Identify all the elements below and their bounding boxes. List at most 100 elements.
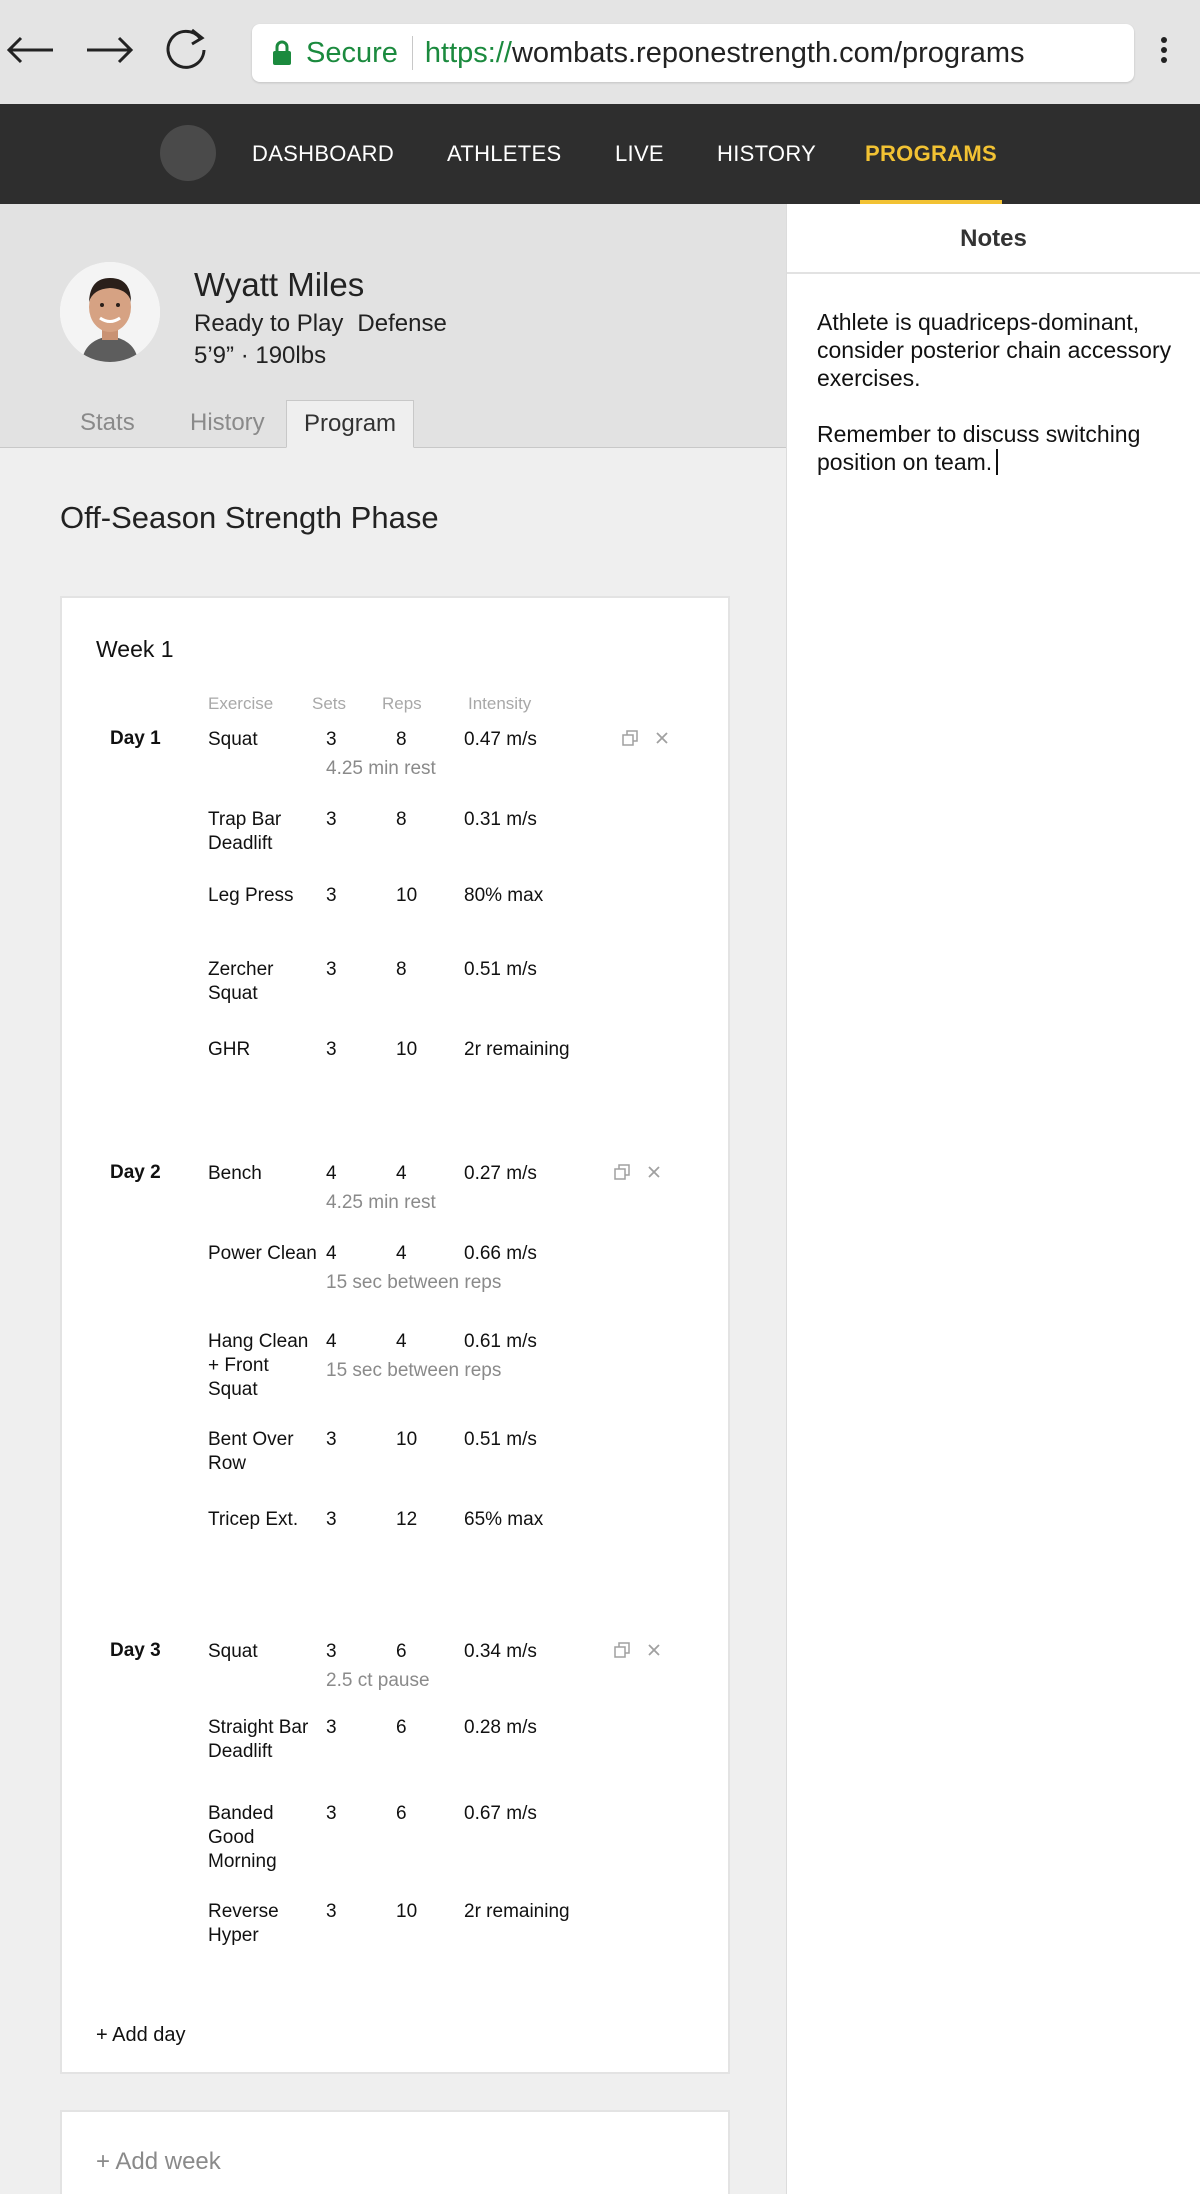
forward-button[interactable] <box>82 22 138 78</box>
exercise-intensity[interactable]: 65% max <box>464 1508 604 1532</box>
exercise-exercise[interactable]: Zercher Squat <box>208 958 318 1006</box>
lock-icon <box>273 40 291 65</box>
program-title[interactable]: Off-Season Strength Phase <box>60 500 439 536</box>
exercise-sets[interactable]: 4 <box>326 1162 366 1186</box>
exercise-intensity[interactable]: 0.47 m/s <box>464 728 604 752</box>
day-label[interactable]: Day 3 <box>110 1640 161 1662</box>
nav-dashboard[interactable]: DASHBOARD <box>252 104 394 204</box>
notes-editor[interactable]: Athlete is quadriceps-dominant, consider… <box>817 308 1177 476</box>
exercise-reps[interactable]: 4 <box>396 1242 446 1266</box>
exercise-sets[interactable]: 3 <box>326 1716 366 1740</box>
exercise-note[interactable]: 15 sec between reps <box>326 1272 501 1294</box>
nav-live[interactable]: LIVE <box>615 104 664 204</box>
exercise-note[interactable]: 4.25 min rest <box>326 758 436 780</box>
add-day-button[interactable]: + Add day <box>96 2024 186 2047</box>
exercise-reps[interactable]: 6 <box>396 1716 446 1740</box>
exercise-sets[interactable]: 3 <box>326 1038 366 1062</box>
athlete-name: Wyatt Miles <box>194 266 365 303</box>
copy-day-icon[interactable] <box>614 1642 630 1658</box>
secure-label: Secure <box>306 36 398 69</box>
delete-day-icon[interactable] <box>646 1164 662 1180</box>
exercise-sets[interactable]: 4 <box>326 1330 366 1354</box>
exercise-sets[interactable]: 3 <box>326 1802 366 1826</box>
exercise-reps[interactable]: 6 <box>396 1802 446 1826</box>
exercise-sets[interactable]: 3 <box>326 1428 366 1452</box>
exercise-intensity[interactable]: 0.31 m/s <box>464 808 604 832</box>
address-bar[interactable]: Secure https:// wombats.reponestrength.c… <box>252 24 1134 82</box>
exercise-note[interactable]: 4.25 min rest <box>326 1192 436 1214</box>
exercise-intensity[interactable]: 2r remaining <box>464 1038 604 1062</box>
tab-stats[interactable]: Stats <box>80 400 135 448</box>
exercise-reps[interactable]: 10 <box>396 1900 446 1924</box>
exercise-reps[interactable]: 6 <box>396 1640 446 1664</box>
exercise-reps[interactable]: 4 <box>396 1162 446 1186</box>
exercise-intensity[interactable]: 0.51 m/s <box>464 1428 604 1452</box>
exercise-exercise[interactable]: Power Clean <box>208 1242 318 1266</box>
nav-history[interactable]: HISTORY <box>717 104 816 204</box>
tab-history[interactable]: History <box>190 400 265 448</box>
exercise-exercise[interactable]: Bent Over Row <box>208 1428 318 1476</box>
exercise-sets[interactable]: 3 <box>326 1508 366 1532</box>
exercise-exercise[interactable]: Leg Press <box>208 884 318 908</box>
exercise-intensity[interactable]: 0.34 m/s <box>464 1640 604 1664</box>
exercise-exercise[interactable]: Hang Clean + Front Squat <box>208 1330 318 1402</box>
exercise-exercise[interactable]: Squat <box>208 1640 318 1664</box>
week-title[interactable]: Week 1 <box>96 636 174 663</box>
exercise-intensity[interactable]: 0.67 m/s <box>464 1802 604 1826</box>
exercise-exercise[interactable]: Straight Bar Deadlift <box>208 1716 318 1764</box>
day-label[interactable]: Day 2 <box>110 1162 161 1184</box>
exercise-exercise[interactable]: Squat <box>208 728 318 752</box>
exercise-exercise[interactable]: GHR <box>208 1038 318 1062</box>
exercise-sets[interactable]: 3 <box>326 728 366 752</box>
exercise-exercise[interactable]: Reverse Hyper <box>208 1900 318 1948</box>
reload-button[interactable] <box>158 22 214 78</box>
exercise-exercise[interactable]: Tricep Ext. <box>208 1508 318 1532</box>
exercise-intensity[interactable]: 0.66 m/s <box>464 1242 604 1266</box>
exercise-sets[interactable]: 3 <box>326 1640 366 1664</box>
add-week-button[interactable]: + Add week <box>96 2148 221 2176</box>
nav-programs[interactable]: PROGRAMS <box>865 104 997 204</box>
team-logo[interactable] <box>160 125 216 181</box>
back-button[interactable] <box>2 22 58 78</box>
exercise-intensity[interactable]: 0.28 m/s <box>464 1716 604 1740</box>
browser-menu-button[interactable] <box>1146 22 1182 78</box>
url-host: wombats.reponestrength.com/programs <box>511 36 1025 69</box>
tab-program[interactable]: Program <box>286 400 415 448</box>
exercise-sets[interactable]: 3 <box>326 1900 366 1924</box>
athlete-status: Ready to Play Defense <box>194 310 447 338</box>
exercise-reps[interactable]: 4 <box>396 1330 446 1354</box>
exercise-note[interactable]: 15 sec between reps <box>326 1360 501 1382</box>
add-week-card[interactable]: + Add week <box>60 2110 730 2194</box>
exercise-sets[interactable]: 4 <box>326 1242 366 1266</box>
day-label[interactable]: Day 1 <box>110 728 161 750</box>
athlete-position: Defense <box>357 310 447 337</box>
exercise-intensity[interactable]: 80% max <box>464 884 604 908</box>
exercise-intensity[interactable]: 0.61 m/s <box>464 1330 604 1354</box>
athlete-header: Wyatt Miles Ready to Play Defense 5’9” · … <box>0 204 786 448</box>
exercise-exercise[interactable]: Banded Good Morning <box>208 1802 318 1874</box>
delete-day-icon[interactable] <box>646 1642 662 1658</box>
delete-day-icon[interactable] <box>654 730 670 746</box>
exercise-exercise[interactable]: Bench <box>208 1162 318 1186</box>
week-card: Week 1 Exercise Sets Reps Intensity + Ad… <box>60 596 730 2074</box>
athlete-main: Wyatt Miles Ready to Play Defense 5’9” · … <box>0 204 786 2194</box>
copy-day-icon[interactable] <box>622 730 638 746</box>
nav-athletes[interactable]: ATHLETES <box>447 104 561 204</box>
exercise-reps[interactable]: 10 <box>396 1038 446 1062</box>
exercise-note[interactable]: 2.5 ct pause <box>326 1670 430 1692</box>
exercise-reps[interactable]: 12 <box>396 1508 446 1532</box>
exercise-intensity[interactable]: 0.27 m/s <box>464 1162 604 1186</box>
exercise-exercise[interactable]: Trap Bar Deadlift <box>208 808 318 856</box>
notes-panel: Notes Athlete is quadriceps-dominant, co… <box>786 204 1200 2194</box>
exercise-intensity[interactable]: 0.51 m/s <box>464 958 604 982</box>
exercise-sets[interactable]: 3 <box>326 884 366 908</box>
exercise-reps[interactable]: 10 <box>396 1428 446 1452</box>
exercise-reps[interactable]: 10 <box>396 884 446 908</box>
exercise-reps[interactable]: 8 <box>396 728 446 752</box>
exercise-reps[interactable]: 8 <box>396 808 446 832</box>
exercise-intensity[interactable]: 2r remaining <box>464 1900 604 1924</box>
copy-day-icon[interactable] <box>614 1164 630 1180</box>
exercise-reps[interactable]: 8 <box>396 958 446 982</box>
exercise-sets[interactable]: 3 <box>326 958 366 982</box>
exercise-sets[interactable]: 3 <box>326 808 366 832</box>
